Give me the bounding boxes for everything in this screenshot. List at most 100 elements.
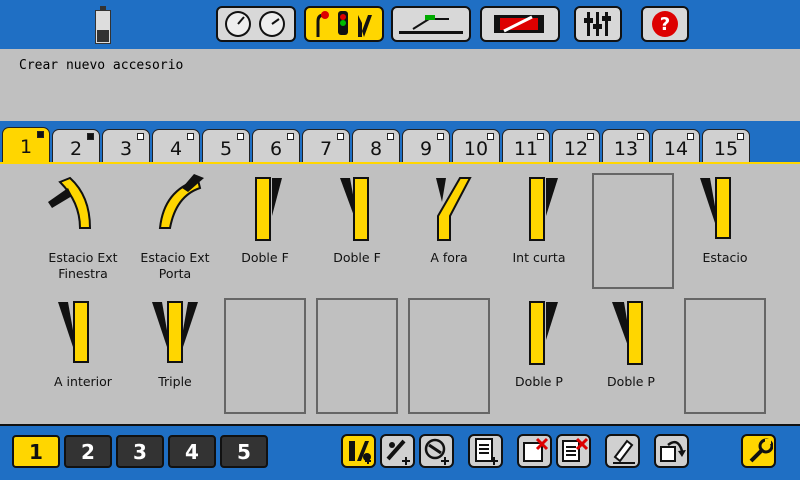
tab-indicator (487, 133, 494, 140)
tab-label: 5 (219, 138, 233, 160)
tab-label: 8 (369, 138, 383, 160)
add-decoupler-icon (424, 438, 449, 465)
tab-indicator (587, 133, 594, 140)
accessory-row1-2[interactable]: Estacio Ext Porta (130, 172, 220, 292)
top-toolbar: ? (0, 0, 800, 49)
tab-indicator (337, 133, 344, 140)
tab-label: 2 (69, 138, 83, 160)
move-button[interactable] (654, 434, 689, 468)
bottom-toolbar: 12345 (0, 426, 800, 480)
tab-indicator (637, 133, 644, 140)
tab-14[interactable]: 14 (652, 129, 700, 162)
double-turnout-icon (340, 177, 369, 241)
page-button-1[interactable]: 1 (12, 435, 60, 468)
tab-13[interactable]: 13 (602, 129, 650, 162)
accessory-label: Int curta (512, 250, 566, 265)
accessory-row1-3[interactable]: Doble F (220, 172, 310, 292)
tab-1[interactable]: 1 (2, 127, 50, 162)
accessory-row2-4[interactable]: Doble P (586, 296, 676, 416)
add-signal-icon (386, 439, 410, 465)
tab-10[interactable]: 10 (452, 129, 500, 162)
empty-accessory-slot[interactable] (316, 298, 398, 414)
tab-label: 3 (119, 138, 133, 160)
accessory-row2-3[interactable]: Doble P (494, 296, 584, 416)
accessory-panel: Estacio Ext Finestra Estacio Ext Porta Dobl… (0, 162, 800, 426)
accessory-row1-7[interactable]: Estacio (680, 172, 770, 292)
battery-icon (95, 6, 111, 44)
accessory-row1-1[interactable]: Estacio Ext Finestra (38, 172, 128, 292)
locomotive-tools-button[interactable] (480, 6, 560, 42)
delete-accessory-button[interactable] (517, 434, 552, 468)
accessory-row1-6[interactable]: Int curta (494, 172, 584, 292)
locomotive-tools-icon (494, 15, 544, 33)
accessory-row1-5[interactable]: A fora (404, 172, 494, 292)
sliders-button[interactable] (574, 6, 622, 42)
settings-wrench-button[interactable] (741, 434, 776, 468)
tab-label: 15 (713, 138, 739, 160)
page-button-2[interactable]: 2 (64, 435, 112, 468)
tab-2[interactable]: 2 (52, 129, 100, 162)
accessory-label: Triple (158, 374, 192, 389)
tab-7[interactable]: 7 (302, 129, 350, 162)
tab-4[interactable]: 4 (152, 129, 200, 162)
tab-label: 11 (513, 138, 539, 160)
tab-15[interactable]: 15 (702, 129, 750, 162)
move-icon (659, 440, 686, 462)
tab-12[interactable]: 12 (552, 129, 600, 162)
edit-icon (612, 439, 635, 464)
tab-5[interactable]: 5 (202, 129, 250, 162)
tab-indicator (37, 131, 44, 138)
empty-accessory-slot[interactable] (592, 173, 674, 289)
add-decoupler-button[interactable] (419, 434, 454, 468)
tab-label: 10 (463, 138, 489, 160)
tab-3[interactable]: 3 (102, 129, 150, 162)
double-turnout-icon (255, 177, 282, 241)
tab-indicator (737, 133, 744, 140)
signals-turnouts-button[interactable] (304, 6, 384, 42)
turnout-icon (436, 177, 472, 241)
page-button-3[interactable]: 3 (116, 435, 164, 468)
tab-label: 6 (269, 138, 283, 160)
speedometer-button[interactable] (216, 6, 296, 42)
delete-list-button[interactable] (556, 434, 591, 468)
tab-indicator (437, 133, 444, 140)
tab-indicator (287, 133, 294, 140)
add-turnout-button[interactable] (341, 434, 376, 468)
tab-label: 7 (319, 138, 333, 160)
tab-8[interactable]: 8 (352, 129, 400, 162)
edit-button[interactable] (605, 434, 640, 468)
page-button-4[interactable]: 4 (168, 435, 216, 468)
tab-11[interactable]: 11 (502, 129, 550, 162)
tab-label: 13 (613, 138, 639, 160)
settings-wrench-icon (749, 438, 773, 463)
add-turnout-icon (348, 441, 371, 464)
tab-9[interactable]: 9 (402, 129, 450, 162)
status-message: Crear nuevo accesorio (19, 58, 184, 73)
tab-indicator (187, 133, 194, 140)
accessory-row1-4[interactable]: Doble F (312, 172, 402, 292)
accessory-row2-2[interactable]: Triple (130, 296, 220, 416)
tab-indicator (537, 133, 544, 140)
tab-indicator (137, 133, 144, 140)
accessory-label-line2: Porta (158, 266, 192, 281)
signals-turnouts-icon (316, 11, 372, 37)
tab-indicator (237, 133, 244, 140)
message-area: Crear nuevo accesorio (0, 49, 800, 121)
empty-accessory-slot[interactable] (408, 298, 490, 414)
page-button-5[interactable]: 5 (220, 435, 268, 468)
accessory-label: Doble P (607, 374, 655, 389)
help-button[interactable]: ? (641, 6, 689, 42)
tab-label: 12 (563, 138, 589, 160)
tab-indicator (687, 133, 694, 140)
track-layout-button[interactable] (391, 6, 471, 42)
add-signal-button[interactable] (380, 434, 415, 468)
empty-accessory-slot[interactable] (224, 298, 306, 414)
accessory-row2-1[interactable]: A interior (38, 296, 128, 416)
empty-accessory-slot[interactable] (684, 298, 766, 414)
add-list-button[interactable] (468, 434, 503, 468)
tab-6[interactable]: 6 (252, 129, 300, 162)
curved-turnout-left-icon (158, 174, 204, 229)
turnout-icon (58, 301, 89, 363)
tab-indicator (87, 133, 94, 140)
help-icon: ? (652, 11, 678, 37)
